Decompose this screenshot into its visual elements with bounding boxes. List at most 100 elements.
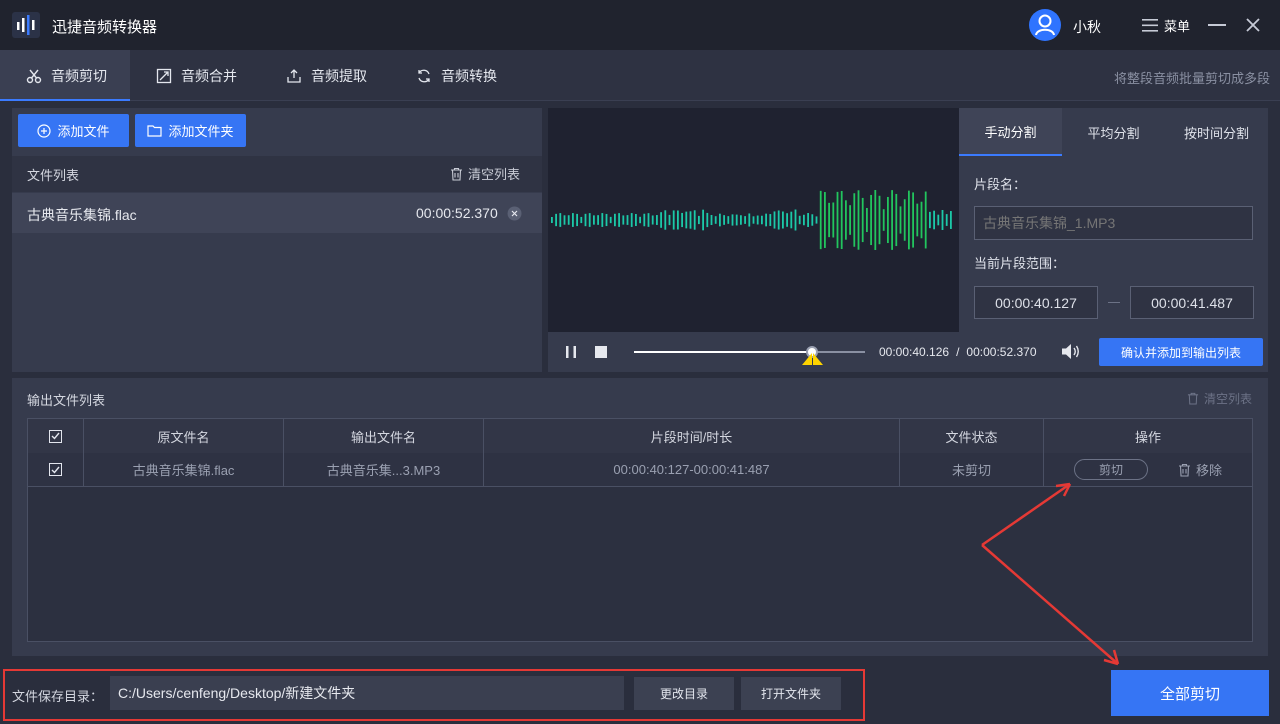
column-header: 操作 bbox=[1044, 419, 1252, 453]
user-avatar[interactable] bbox=[1029, 9, 1061, 41]
column-header: 原文件名 bbox=[84, 419, 284, 453]
select-all-cell bbox=[28, 419, 84, 453]
range-start-field[interactable]: 00:00:40.127 bbox=[974, 286, 1098, 319]
tab-audio-extract[interactable]: 音频提取 bbox=[286, 50, 367, 101]
waveform-bar bbox=[836, 191, 839, 249]
waveform-bar bbox=[933, 210, 935, 230]
waveform-bar bbox=[866, 207, 868, 233]
add-folder-label: 添加文件夹 bbox=[168, 124, 234, 139]
cut-row-button[interactable]: 剪切 bbox=[1073, 459, 1148, 480]
tab-audio-convert[interactable]: 音频转换 bbox=[416, 50, 497, 101]
tab-label: 音频剪切 bbox=[51, 67, 107, 84]
waveform-bar bbox=[870, 194, 872, 246]
waveform-bar bbox=[773, 211, 776, 229]
waveform-bar bbox=[567, 215, 570, 225]
waveform-bar bbox=[672, 210, 675, 230]
waveform-bar bbox=[597, 215, 599, 225]
waveform-bar bbox=[677, 210, 679, 230]
select-all-checkbox[interactable] bbox=[49, 429, 62, 443]
waveform-bar bbox=[731, 214, 734, 226]
total-time: 00:00:52.370 bbox=[966, 345, 1037, 359]
waveform-bar bbox=[559, 213, 562, 227]
waveform-bar bbox=[819, 190, 822, 250]
waveform-bar bbox=[887, 196, 889, 244]
clear-file-list-button[interactable]: 清空列表 bbox=[450, 164, 520, 183]
minimize-icon[interactable] bbox=[1208, 24, 1226, 26]
username[interactable]: 小秋 bbox=[1073, 17, 1101, 37]
menu-label: 菜单 bbox=[1164, 18, 1191, 34]
waveform-bar bbox=[681, 212, 683, 228]
confirm-add-output-button[interactable]: 确认并添加到输出列表 bbox=[1099, 338, 1263, 366]
waveform-bar bbox=[668, 214, 671, 226]
waveform-bar bbox=[861, 197, 864, 243]
time-separator: / bbox=[956, 345, 960, 359]
stop-icon[interactable] bbox=[594, 345, 608, 359]
tab-label: 音频转换 bbox=[441, 67, 497, 84]
remove-file-icon[interactable] bbox=[507, 206, 522, 221]
segment-range-label: 当前片段范围： bbox=[974, 256, 1066, 271]
tab-manual-split[interactable]: 手动分割 bbox=[959, 108, 1062, 156]
waveform-bar bbox=[878, 195, 881, 245]
waveform-bar bbox=[899, 206, 902, 234]
waveform-bar bbox=[727, 216, 730, 224]
tab-audio-merge[interactable]: 音频合并 bbox=[156, 50, 237, 101]
waveform-bar bbox=[895, 193, 898, 247]
add-folder-button[interactable]: 添加文件夹 bbox=[135, 114, 246, 147]
waveform-bar bbox=[752, 216, 755, 224]
waveform-bar bbox=[786, 213, 788, 227]
time-readout: 00:00:40.126 / 00:00:52.370 bbox=[879, 345, 1037, 359]
waveform-bar bbox=[916, 203, 919, 237]
remove-row-button[interactable]: 移除 bbox=[1178, 460, 1222, 479]
waveform-bar bbox=[891, 190, 893, 250]
row-source-name: 古典音乐集锦.flac bbox=[84, 453, 284, 486]
tab-label: 音频提取 bbox=[311, 67, 367, 84]
waveform-bar bbox=[945, 214, 948, 226]
tab-audio-cut[interactable]: 音频剪切 bbox=[0, 50, 130, 101]
waveform-bar bbox=[849, 205, 851, 235]
waveform-bar bbox=[765, 213, 767, 227]
waveform-bar bbox=[824, 192, 826, 248]
pause-icon[interactable] bbox=[564, 345, 578, 359]
waveform-bar bbox=[643, 213, 646, 227]
waveform-bar bbox=[563, 215, 566, 225]
waveform-bar bbox=[912, 192, 914, 248]
waveform-bar bbox=[811, 214, 814, 226]
waveform-bar bbox=[756, 215, 759, 225]
progress-track[interactable] bbox=[634, 351, 865, 353]
waveform-bar bbox=[735, 214, 738, 226]
segment-start-marker-icon[interactable] bbox=[801, 353, 812, 365]
waveform-bar bbox=[798, 215, 801, 225]
segment-end-marker-icon[interactable] bbox=[812, 353, 823, 365]
tab-time-split[interactable]: 按时间分割 bbox=[1165, 108, 1268, 156]
waveform-display[interactable] bbox=[548, 108, 959, 332]
main-tabs: 音频剪切 音频合并 音频提取 音频转换 bbox=[0, 50, 1280, 101]
column-header: 文件状态 bbox=[900, 419, 1044, 453]
hamburger-icon bbox=[1142, 18, 1158, 32]
clear-output-list-button[interactable]: 清空列表 bbox=[1187, 390, 1252, 407]
clear-output-label: 清空列表 bbox=[1204, 392, 1253, 406]
waveform-bar bbox=[706, 212, 709, 228]
segment-name-input[interactable] bbox=[974, 206, 1253, 240]
volume-icon[interactable] bbox=[1061, 343, 1081, 360]
range-end-field[interactable]: 00:00:41.487 bbox=[1130, 286, 1254, 319]
waveform-bar bbox=[689, 211, 692, 229]
close-icon[interactable] bbox=[1242, 14, 1264, 36]
cut-all-button[interactable]: 全部剪切 bbox=[1111, 670, 1269, 716]
waveform-bar bbox=[572, 213, 574, 227]
waveform-bar bbox=[584, 213, 587, 227]
waveform-bar bbox=[840, 190, 843, 250]
row-segment-time: 00:00:40:127-00:00:41:487 bbox=[484, 453, 900, 486]
waveform-bar bbox=[618, 213, 620, 227]
add-file-button[interactable]: 添加文件 bbox=[18, 114, 129, 147]
output-list-title: 输出文件列表 bbox=[27, 393, 106, 408]
waveform-bar bbox=[626, 215, 629, 225]
file-name: 古典音乐集锦.flac bbox=[27, 207, 137, 223]
waveform-bar bbox=[576, 213, 578, 227]
waveform-bar bbox=[874, 190, 877, 250]
menu-button[interactable]: 菜单 bbox=[1142, 14, 1190, 36]
convert-icon bbox=[418, 69, 430, 82]
waveform-bar bbox=[828, 202, 830, 238]
waveform-bar bbox=[803, 214, 805, 226]
row-checkbox[interactable] bbox=[49, 463, 62, 476]
tab-average-split[interactable]: 平均分割 bbox=[1062, 108, 1165, 156]
